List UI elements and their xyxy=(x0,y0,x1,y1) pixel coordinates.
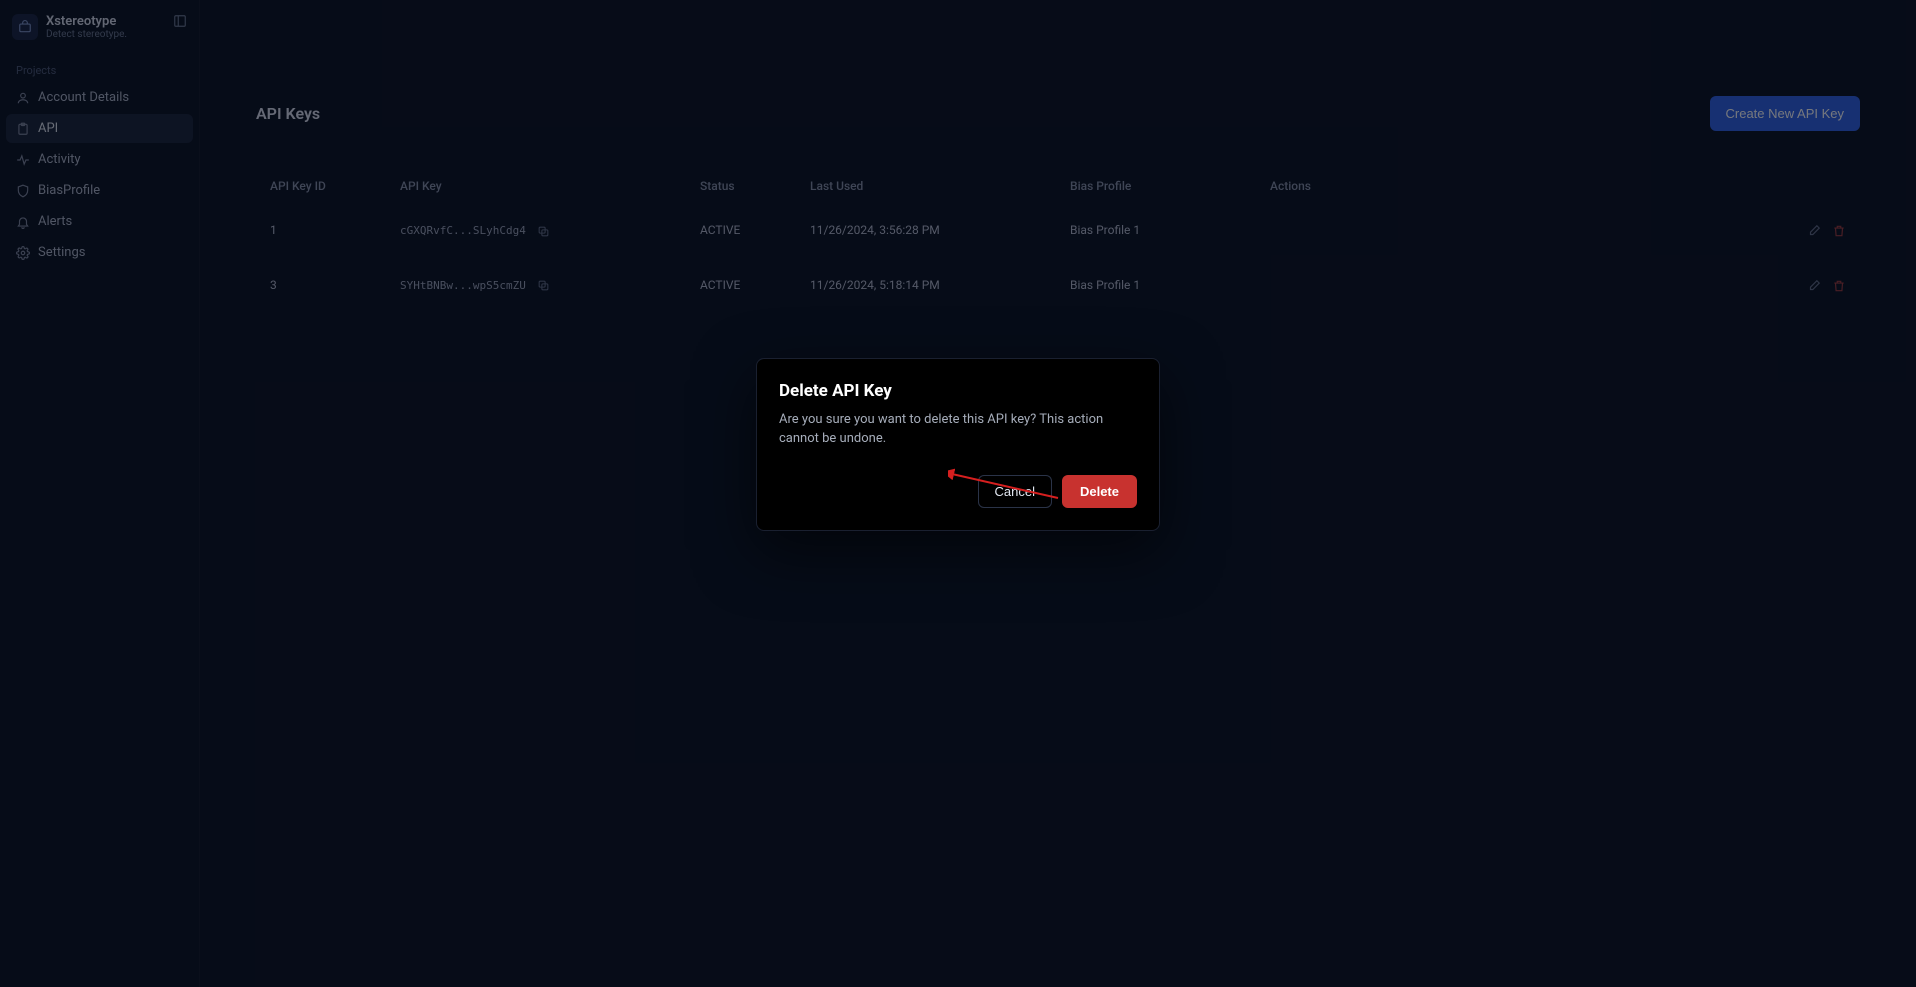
delete-button[interactable]: Delete xyxy=(1062,475,1137,508)
app-root: Xstereotype Detect stereotype. Projects … xyxy=(0,0,1916,987)
delete-api-key-modal: Delete API Key Are you sure you want to … xyxy=(756,358,1160,531)
modal-body: Are you sure you want to delete this API… xyxy=(779,411,1137,449)
modal-title: Delete API Key xyxy=(779,381,1137,401)
modal-actions: Cancel Delete xyxy=(779,475,1137,508)
cancel-button[interactable]: Cancel xyxy=(978,475,1052,508)
modal-overlay[interactable]: Delete API Key Are you sure you want to … xyxy=(0,0,1916,987)
